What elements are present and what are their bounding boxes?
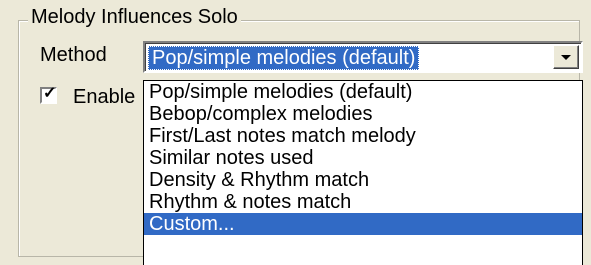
- dropdown-arrow-button[interactable]: [553, 45, 579, 69]
- dropdown-option-custom[interactable]: Custom...: [144, 213, 582, 235]
- enable-checkbox[interactable]: ✓: [40, 85, 57, 104]
- dropdown-option-rhythm-notes[interactable]: Rhythm & notes match: [144, 191, 582, 213]
- dropdown-option-first-last-notes[interactable]: First/Last notes match melody: [144, 125, 582, 147]
- method-dropdown-value[interactable]: Pop/simple melodies (default): [148, 46, 420, 70]
- groupbox-title: Melody Influences Solo: [28, 6, 241, 28]
- dropdown-option-similar-notes[interactable]: Similar notes used: [144, 147, 582, 169]
- method-label: Method: [40, 44, 107, 66]
- dropdown-option-pop-simple[interactable]: Pop/simple melodies (default): [144, 81, 582, 103]
- dialog-panel: Melody Influences Solo Method Pop/simple…: [0, 0, 591, 265]
- method-dropdown-list[interactable]: Pop/simple melodies (default) Bebop/comp…: [143, 80, 583, 265]
- dropdown-option-bebop-complex[interactable]: Bebop/complex melodies: [144, 103, 582, 125]
- chevron-down-icon: [561, 55, 571, 60]
- enable-checkbox-label[interactable]: Enable: [73, 86, 135, 108]
- checkmark-icon: ✓: [43, 85, 57, 102]
- dropdown-option-density-rhythm[interactable]: Density & Rhythm match: [144, 169, 582, 191]
- method-dropdown[interactable]: Pop/simple melodies (default): [143, 41, 583, 73]
